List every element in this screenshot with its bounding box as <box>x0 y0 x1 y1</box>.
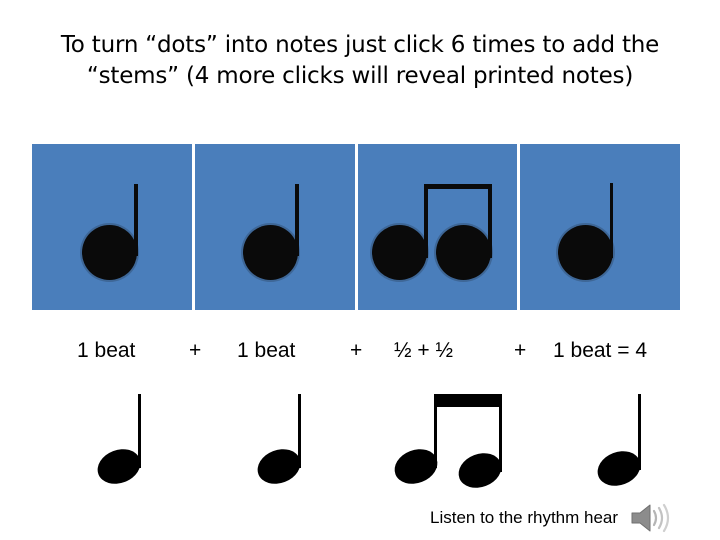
printed-stem <box>138 394 141 468</box>
printed-note-row <box>32 382 680 494</box>
beat-plus-1: + <box>189 339 202 362</box>
printed-stem <box>298 394 301 468</box>
printed-note-4 <box>577 382 707 492</box>
beat-label-row: 1 beat + 1 beat + ½ + ½ + 1 beat = 4 <box>32 334 680 368</box>
dot-panel-2[interactable] <box>194 144 355 310</box>
dot-panel-strip <box>32 144 680 310</box>
printed-beam <box>434 394 502 407</box>
dot-beam[interactable] <box>423 184 492 189</box>
dot-notehead[interactable] <box>558 225 614 280</box>
dot-stem[interactable] <box>134 184 138 256</box>
dot-panel-1[interactable] <box>32 144 192 310</box>
dot-stem[interactable] <box>487 186 492 258</box>
beat-plus-2: + <box>350 339 363 362</box>
printed-note-1 <box>77 382 207 492</box>
dot-notehead[interactable] <box>82 225 137 280</box>
dot-notehead[interactable] <box>242 225 298 280</box>
dot-stem[interactable] <box>610 183 614 258</box>
dot-notehead[interactable] <box>435 225 491 280</box>
printed-stem <box>638 394 641 470</box>
printed-note-3 <box>389 382 507 494</box>
printed-note-2 <box>237 382 367 492</box>
dot-notehead[interactable] <box>371 225 427 280</box>
dot-panel-3[interactable] <box>357 144 518 310</box>
dot-stem[interactable] <box>423 186 428 258</box>
beat-label-4: 1 beat = 4 <box>553 339 647 362</box>
listen-area[interactable]: Listen to the rhythm hear <box>430 500 702 536</box>
speaker-icon[interactable] <box>630 502 670 534</box>
dot-stem[interactable] <box>294 184 299 256</box>
listen-caption: Listen to the rhythm hear <box>430 508 619 527</box>
beat-plus-3: + <box>514 339 527 362</box>
beat-label-3: ½ + ½ <box>394 339 453 362</box>
beat-label-1: 1 beat <box>77 339 136 362</box>
page-title: To turn “dots” into notes just click 6 t… <box>60 32 660 89</box>
dot-panel-4[interactable] <box>520 144 680 310</box>
beat-label-2: 1 beat <box>237 339 296 362</box>
